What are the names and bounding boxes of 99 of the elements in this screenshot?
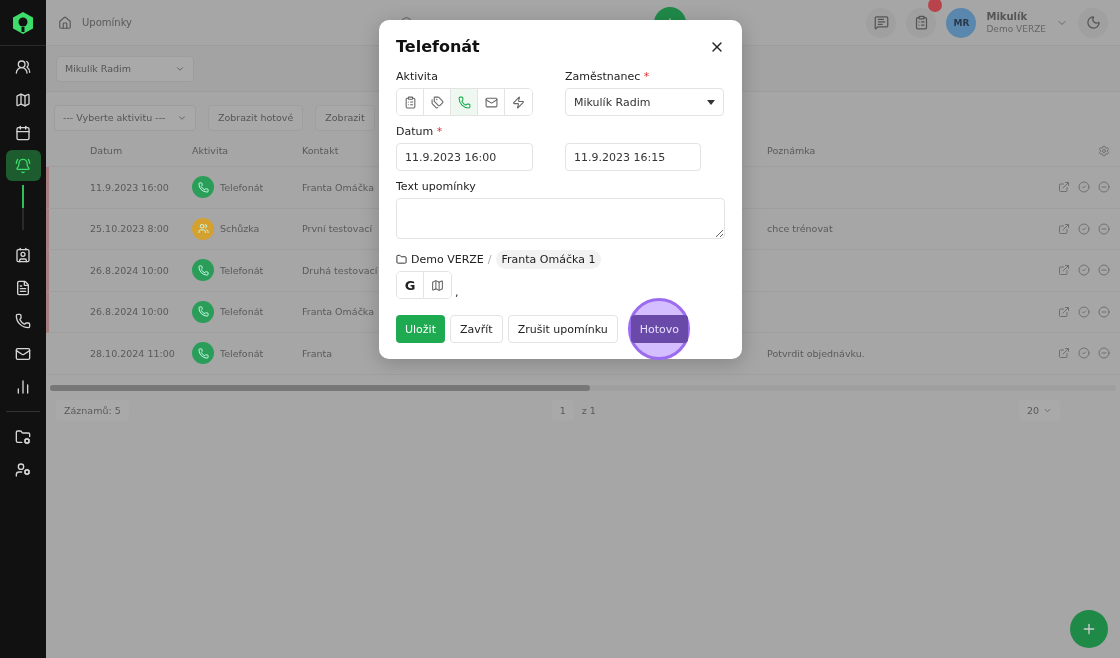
column-header[interactable]: Kontakt	[302, 145, 339, 156]
table-cell: Telefonát	[220, 347, 264, 359]
open-icon[interactable]	[1058, 222, 1070, 235]
clipboard-button[interactable]	[906, 7, 937, 38]
tag-icon	[430, 95, 444, 109]
open-icon[interactable]	[1058, 181, 1070, 194]
check-icon[interactable]	[1078, 347, 1090, 360]
chevron-icon	[1043, 406, 1052, 415]
user-name: Mikulík	[986, 10, 1029, 23]
lightning-icon	[512, 95, 525, 109]
open-icon[interactable]	[1058, 305, 1070, 318]
save-button[interactable]: Uložit	[396, 315, 445, 343]
separator-text: ,	[455, 286, 459, 299]
plus-icon	[1081, 621, 1097, 637]
theme-button[interactable]	[1078, 7, 1108, 38]
field-label: Datum *	[396, 125, 444, 138]
contact-card-icon	[15, 246, 31, 263]
folder-settings-icon	[15, 428, 31, 445]
chat-button[interactable]	[866, 7, 897, 38]
folder-name[interactable]: Demo VERZE	[411, 253, 484, 266]
filter-button[interactable]: Zobrazit hotové	[208, 104, 304, 131]
remove-icon[interactable]	[1098, 264, 1110, 277]
call-toggle[interactable]	[451, 89, 478, 115]
activity-select[interactable]: --- Vyberte aktivitu ---	[54, 104, 196, 131]
column-header[interactable]: Aktivita	[192, 145, 229, 156]
date-to-field[interactable]: 11.9.2023 16:15	[565, 143, 701, 171]
column-header[interactable]: Poznámka	[767, 145, 816, 156]
phone-icon	[15, 312, 31, 329]
table-cell: Potvrdit objednávku.	[767, 347, 865, 359]
dialog-title: Telefonát	[396, 37, 480, 56]
folder-icon	[396, 254, 407, 265]
mail-icon	[484, 95, 498, 109]
check-icon[interactable]	[1078, 181, 1090, 194]
employee-select[interactable]: Mikulík Radim	[56, 55, 194, 82]
check-icon[interactable]	[1078, 305, 1090, 318]
filter-button[interactable]: Zobrazit	[315, 104, 375, 131]
clipboard-icon	[913, 15, 929, 30]
employee-select[interactable]: Mikulík Radim	[565, 88, 724, 116]
google-button[interactable]: G	[397, 272, 424, 298]
chat-icon	[873, 15, 889, 30]
table-cell: Franta	[302, 347, 333, 359]
home-icon[interactable]	[58, 15, 72, 30]
table-cell: 25.10.2023 8:00	[90, 223, 169, 235]
document-icon	[15, 279, 31, 296]
done-button[interactable]: Hotovo	[630, 315, 689, 343]
dialog-button[interactable]: Zrušit upomínku	[507, 315, 618, 343]
reminder-text-field[interactable]	[396, 198, 725, 239]
table-cell: Telefonát	[220, 181, 264, 193]
date-from-field[interactable]: 11.9.2023 16:00	[396, 143, 533, 171]
reminders-button[interactable]	[5, 150, 41, 181]
logo-icon[interactable]	[12, 10, 34, 35]
add-button[interactable]	[1070, 610, 1108, 648]
contacts-icon	[15, 58, 31, 75]
breadcrumb[interactable]: Upomínky	[82, 17, 132, 28]
table-cell: Franta Omáčka	[302, 181, 375, 193]
clipboard-icon	[403, 95, 417, 109]
check-icon[interactable]	[1078, 222, 1090, 235]
chart-icon	[15, 378, 31, 395]
table-cell: Telefonát	[220, 306, 264, 318]
table-cell: Druhá testovací	[302, 264, 378, 276]
scrollbar[interactable]	[50, 384, 590, 391]
user-avatar[interactable]: MR	[946, 7, 977, 38]
reminders-icon	[15, 157, 31, 174]
remove-icon[interactable]	[1098, 181, 1110, 194]
page-total: z 1	[581, 405, 596, 416]
table-cell: 26.8.2024 10:00	[90, 306, 169, 318]
column-header[interactable]: Datum	[90, 145, 123, 156]
map-icon	[431, 278, 444, 292]
user-org: Demo VERZE	[986, 22, 1046, 35]
moon-icon	[1085, 15, 1101, 30]
table-cell: 26.8.2024 10:00	[90, 264, 169, 276]
remove-icon[interactable]	[1098, 222, 1110, 235]
field-label: Aktivita	[396, 70, 439, 83]
user-settings-icon	[15, 461, 31, 478]
open-icon[interactable]	[1058, 264, 1070, 277]
field-label: Zaměstnanec *	[565, 70, 651, 83]
field-label: Text upomínky	[396, 180, 477, 193]
caret-icon	[707, 99, 715, 105]
calendar-icon	[15, 124, 31, 141]
settings-icon[interactable]	[1098, 144, 1110, 157]
remove-icon[interactable]	[1098, 347, 1110, 360]
contact-chip[interactable]: Franta Omáčka 1	[495, 250, 602, 269]
table-cell: 11.9.2023 16:00	[90, 181, 169, 193]
mail-icon	[15, 345, 31, 362]
table-cell: Telefonát	[220, 264, 264, 276]
path-separator: /	[487, 253, 492, 266]
remove-icon[interactable]	[1098, 305, 1110, 318]
table-cell: chce trénovat	[767, 223, 833, 235]
phone-icon	[457, 95, 471, 109]
check-icon[interactable]	[1078, 264, 1090, 277]
table-cell: Schůzka	[220, 223, 260, 235]
dialog-button[interactable]: Zavřít	[450, 315, 503, 343]
table-cell: První testovací	[302, 223, 373, 235]
table-cell: Franta Omáčka	[302, 306, 375, 318]
notification-badge	[928, 0, 943, 12]
map-icon	[15, 91, 31, 108]
note-toggle[interactable]	[397, 89, 424, 115]
open-icon[interactable]	[1058, 347, 1070, 360]
table-cell: 28.10.2024 11:00	[90, 347, 175, 359]
